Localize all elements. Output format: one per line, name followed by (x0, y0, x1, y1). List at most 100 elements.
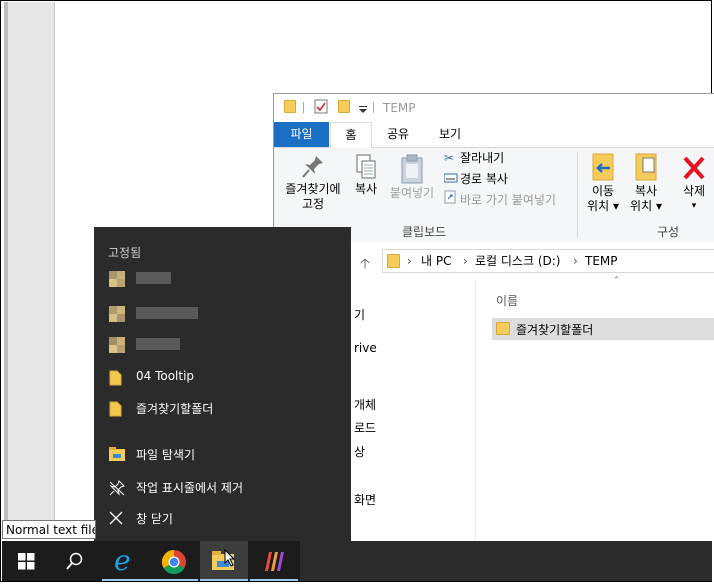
paste-shortcut-label: 바로 가기 붙여넣기 (460, 193, 556, 207)
properties-icon[interactable] (314, 99, 328, 117)
pinned-item[interactable]: 즐겨찾기할폴더 (94, 394, 351, 422)
close-icon (109, 511, 123, 528)
pinned-item-blurred[interactable] (94, 299, 351, 327)
customize-qa-icon[interactable] (359, 103, 368, 117)
nav-item[interactable]: 개체 (354, 396, 376, 413)
copy-path-button[interactable]: 경로 복사 (443, 169, 508, 189)
up-arrow-icon[interactable]: 🡡 (360, 253, 370, 277)
file-icon (109, 370, 122, 389)
blurred-folder-icon (109, 306, 125, 322)
copy-to-line2: 위치 ▾ (630, 199, 662, 213)
search-icon (66, 552, 83, 570)
paste-button[interactable]: 붙여넣기 (386, 154, 438, 201)
window-title: TEMP (383, 101, 416, 115)
breadcrumb-chevron-icon: › (573, 254, 578, 268)
taskbar-chrome[interactable] (150, 541, 198, 581)
notepad-gutter (4, 2, 55, 522)
tab-share[interactable]: 공유 (378, 122, 418, 147)
delete-label: 삭제 (682, 184, 706, 198)
clipboard-icon (400, 154, 424, 184)
nav-item[interactable]: 화면 (354, 491, 376, 508)
blurred-label (136, 272, 171, 284)
pin-icon (301, 154, 325, 180)
tab-home[interactable]: 홈 (330, 122, 372, 149)
nav-item[interactable]: rive (354, 341, 377, 355)
pin-label-line1: 즐겨찾기에 (285, 182, 341, 196)
new-folder-icon[interactable] (338, 100, 350, 113)
tooltip: Normal text file (2, 520, 96, 539)
pinned-item-blurred[interactable] (94, 264, 351, 292)
chrome-icon (161, 550, 186, 575)
file-list: ˄ 이름 즐겨찾기할폴더 (475, 276, 714, 542)
pin-label-line2: 고정 (301, 197, 325, 211)
group-divider (577, 152, 578, 238)
item-name: 즐겨찾기할폴더 (516, 323, 594, 337)
pinned-item-label: 즐겨찾기할폴더 (136, 402, 214, 416)
breadcrumb-this-pc[interactable]: 내 PC (421, 253, 451, 269)
breadcrumb-temp[interactable]: TEMP (585, 253, 618, 269)
list-item[interactable]: 즐겨찾기할폴더 (492, 318, 714, 340)
taskbar-empty-area (300, 541, 712, 581)
folder-icon (496, 322, 510, 335)
move-to-button[interactable]: 이동 위치 ▾ (583, 152, 623, 214)
taskbar-internet-explorer[interactable]: e (102, 541, 150, 581)
copy-label: 복사 (354, 182, 378, 196)
task-file-explorer[interactable]: 파일 탐색기 (94, 440, 351, 468)
copy-button[interactable]: 복사 (350, 154, 382, 197)
task-unpin[interactable]: 작업 표시줄에서 제거 (94, 473, 351, 501)
blurred-folder-icon (109, 337, 125, 353)
mouse-cursor-icon (224, 549, 236, 567)
copy-to-button[interactable]: 복사 위치 ▾ (626, 152, 666, 214)
search-button[interactable] (50, 541, 98, 581)
task-label: 창 닫기 (136, 512, 173, 526)
delete-button[interactable]: 삭제 ▾ (674, 152, 714, 214)
delete-dropdown-icon: ▾ (691, 201, 697, 211)
clipboard-group-label: 클립보드 (402, 225, 447, 239)
taskbar: e (2, 541, 300, 581)
sort-chevron-icon: ˄ (614, 276, 619, 287)
move-to-line2: 위치 ▾ (587, 199, 619, 213)
tab-view[interactable]: 보기 (430, 122, 470, 147)
move-to-icon (590, 152, 616, 182)
copy-to-icon (633, 152, 659, 182)
pin-quick-access-button[interactable]: 즐겨찾기에 고정 (280, 154, 346, 212)
copy-to-line1: 복사 (634, 184, 658, 198)
start-button[interactable] (2, 541, 50, 581)
tab-file[interactable]: 파일 (274, 122, 329, 147)
blurred-label (136, 307, 198, 319)
delete-x-icon (681, 152, 707, 182)
pinned-item[interactable]: 04 Tooltip (94, 363, 351, 391)
copy-path-icon (443, 169, 460, 189)
cut-button[interactable]: ✂ 잘라내기 (444, 148, 504, 168)
internet-explorer-icon: e (114, 544, 131, 577)
column-header-name[interactable]: 이름 (496, 292, 518, 309)
nav-item[interactable]: 로드 (354, 419, 376, 436)
pinned-item-blurred[interactable] (94, 330, 351, 358)
taskbar-app[interactable] (250, 541, 298, 581)
paste-label: 붙여넣기 (389, 186, 435, 200)
breadcrumb-local-disk[interactable]: 로컬 디스크 (D:) (475, 253, 560, 269)
cut-label: 잘라내기 (460, 151, 505, 165)
blurred-folder-icon (109, 271, 125, 287)
explorer-titlebar[interactable]: TEMP (274, 94, 714, 122)
unpin-icon (109, 480, 125, 499)
pinned-header: 고정됨 (108, 246, 142, 260)
folder-icon (284, 100, 296, 113)
breadcrumb-chevron-icon: › (463, 254, 468, 268)
breadcrumb-chevron-icon: › (407, 254, 412, 268)
organize-group-label: 구성 (657, 225, 680, 239)
paste-shortcut-button[interactable]: 바로 가기 붙여넣기 (444, 190, 556, 210)
file-icon (109, 401, 122, 420)
nav-item[interactable]: 상 (354, 443, 365, 460)
notepad-scroll-edge (4, 2, 8, 522)
taskbar-file-explorer[interactable] (200, 541, 248, 581)
move-to-line1: 이동 (591, 184, 615, 198)
address-bar[interactable]: › 내 PC › 로컬 디스크 (D:) › TEMP (382, 249, 714, 273)
copy-path-label: 경로 복사 (460, 172, 508, 186)
paste-shortcut-icon (444, 190, 460, 210)
task-close-window[interactable]: 창 닫기 (94, 504, 351, 532)
nav-item[interactable]: 기 (354, 306, 365, 323)
ribbon-tabs: 파일 홈 공유 보기 (274, 122, 714, 149)
task-label: 작업 표시줄에서 제거 (136, 481, 243, 495)
task-label: 파일 탐색기 (136, 448, 196, 462)
